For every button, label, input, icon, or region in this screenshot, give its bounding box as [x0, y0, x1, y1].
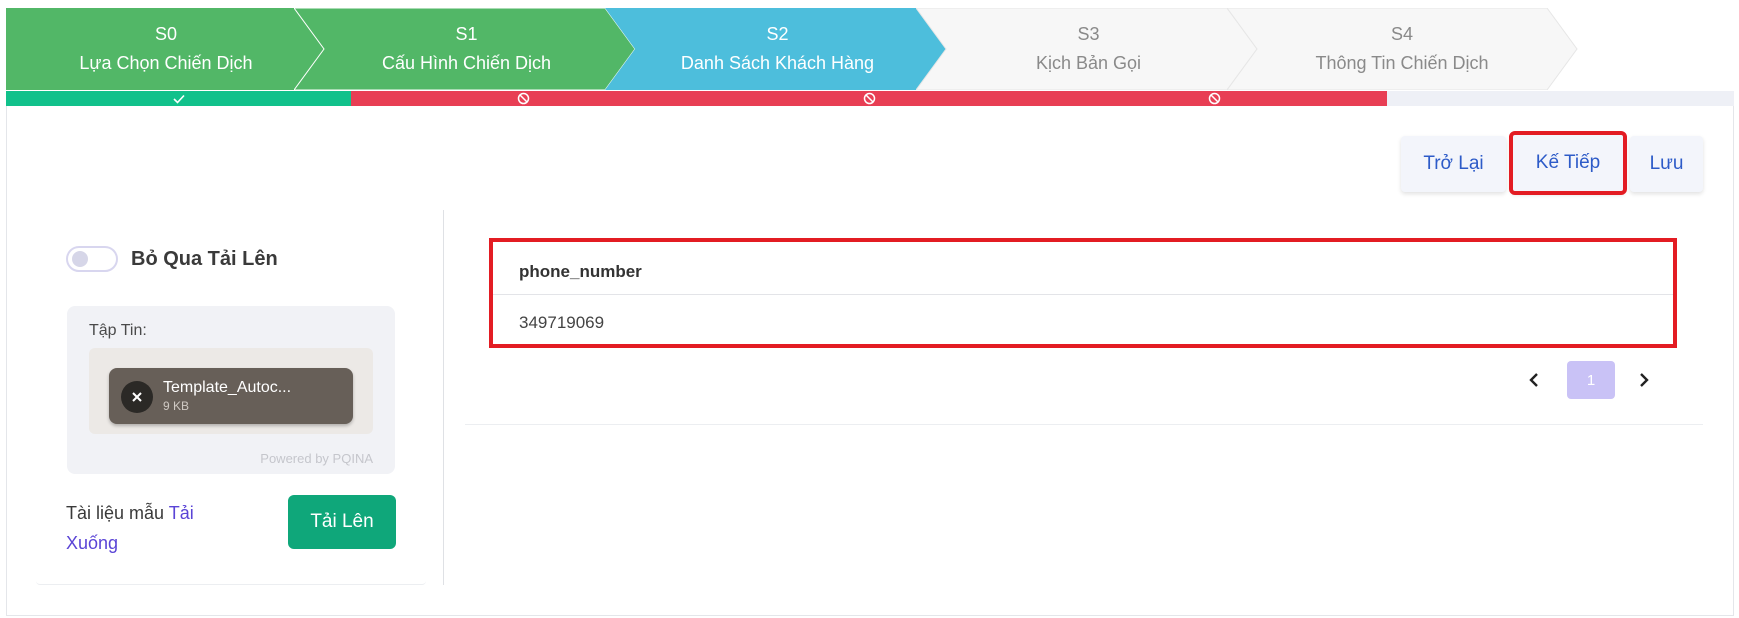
- template-download-text: Tài liệu mẫu Tải Xuống: [66, 498, 226, 558]
- save-button[interactable]: Lưu: [1630, 136, 1703, 192]
- step-s1-title: Cấu Hình Chiến Dịch: [381, 53, 552, 73]
- ban-icon: [1208, 92, 1221, 105]
- template-label: Tài liệu mẫu: [66, 503, 165, 523]
- table-cell: 349719069: [519, 313, 605, 332]
- file-upload-box[interactable]: Tập Tin: Template_Autoc... 9 KB Powered …: [67, 306, 395, 474]
- step-s0-title: Lựa Chọn Chiến Dịch: [79, 53, 253, 73]
- step-progress-bar: [6, 91, 1734, 106]
- customer-table: phone_number 349719069: [489, 238, 1677, 348]
- file-name: Template_Autoc...: [163, 379, 292, 396]
- step-s1[interactable]: S1 Cấu Hình Chiến Dịch: [294, 8, 639, 90]
- progress-segment-s4: [1387, 91, 1734, 106]
- remove-file-button[interactable]: [121, 381, 153, 413]
- chevron-left-icon: [1529, 373, 1538, 387]
- progress-segment-s0: [6, 91, 351, 106]
- header-divider: [493, 294, 1673, 295]
- toggle-knob: [72, 251, 88, 267]
- step-s2[interactable]: S2 Danh Sách Khách Hàng: [605, 8, 950, 90]
- step-s2-code: S2: [766, 24, 789, 44]
- step-s4-shape: [1227, 8, 1578, 90]
- step-s3-shape: [916, 8, 1258, 90]
- step-s3[interactable]: S3 Kịch Bản Gọi: [916, 8, 1261, 90]
- step-s0-shape: [6, 8, 324, 90]
- step-s1-code: S1: [455, 24, 478, 44]
- uploaded-file-item: Template_Autoc... 9 KB: [109, 368, 353, 424]
- step-s0-code: S0: [154, 24, 178, 44]
- file-label: Tập Tin:: [89, 322, 147, 339]
- skip-upload-toggle[interactable]: [66, 246, 118, 272]
- step-s3-title: Kịch Bản Gọi: [1035, 53, 1142, 73]
- ban-icon: [517, 92, 530, 105]
- step-s2-title: Danh Sách Khách Hàng: [680, 53, 875, 73]
- file-size: 9 KB: [163, 399, 190, 413]
- step-s4-title: Thông Tin Chiến Dịch: [1315, 53, 1489, 73]
- close-icon: [132, 392, 142, 402]
- progress-segment-s1: [351, 91, 696, 106]
- step-s4-code: S4: [1390, 24, 1414, 44]
- next-button[interactable]: Kế Tiếp: [1509, 131, 1627, 195]
- step-s2-shape: [605, 8, 946, 90]
- campaign-stepper: S0 Lựa Chọn Chiến Dịch S1 Cấu Hình Chiến…: [6, 8, 1734, 90]
- step-s4[interactable]: S4 Thông Tin Chiến Dịch: [1227, 8, 1734, 90]
- panel-divider: [443, 210, 444, 585]
- step-s0[interactable]: S0 Lựa Chọn Chiến Dịch: [6, 8, 326, 90]
- skip-upload-label: Bỏ Qua Tải Lên: [131, 248, 278, 270]
- progress-segment-s3: [1042, 91, 1387, 106]
- check-icon: [172, 94, 185, 104]
- ban-icon: [863, 92, 875, 105]
- upload-button[interactable]: Tải Lên: [288, 495, 396, 549]
- step-s1-shape: [294, 8, 636, 90]
- powered-by-credit[interactable]: Powered by PQINA: [260, 451, 373, 466]
- file-dropzone[interactable]: Template_Autoc... 9 KB: [89, 348, 373, 434]
- progress-segment-s2: [696, 91, 1042, 106]
- chevron-right-icon: [1640, 373, 1649, 387]
- previous-page-button[interactable]: [1519, 361, 1549, 399]
- column-header-phone-number: phone_number: [519, 262, 642, 281]
- next-page-button[interactable]: [1629, 361, 1659, 399]
- back-button[interactable]: Trở Lại: [1401, 136, 1506, 192]
- step-s3-code: S3: [1077, 24, 1100, 44]
- page-1-button[interactable]: 1: [1567, 361, 1615, 399]
